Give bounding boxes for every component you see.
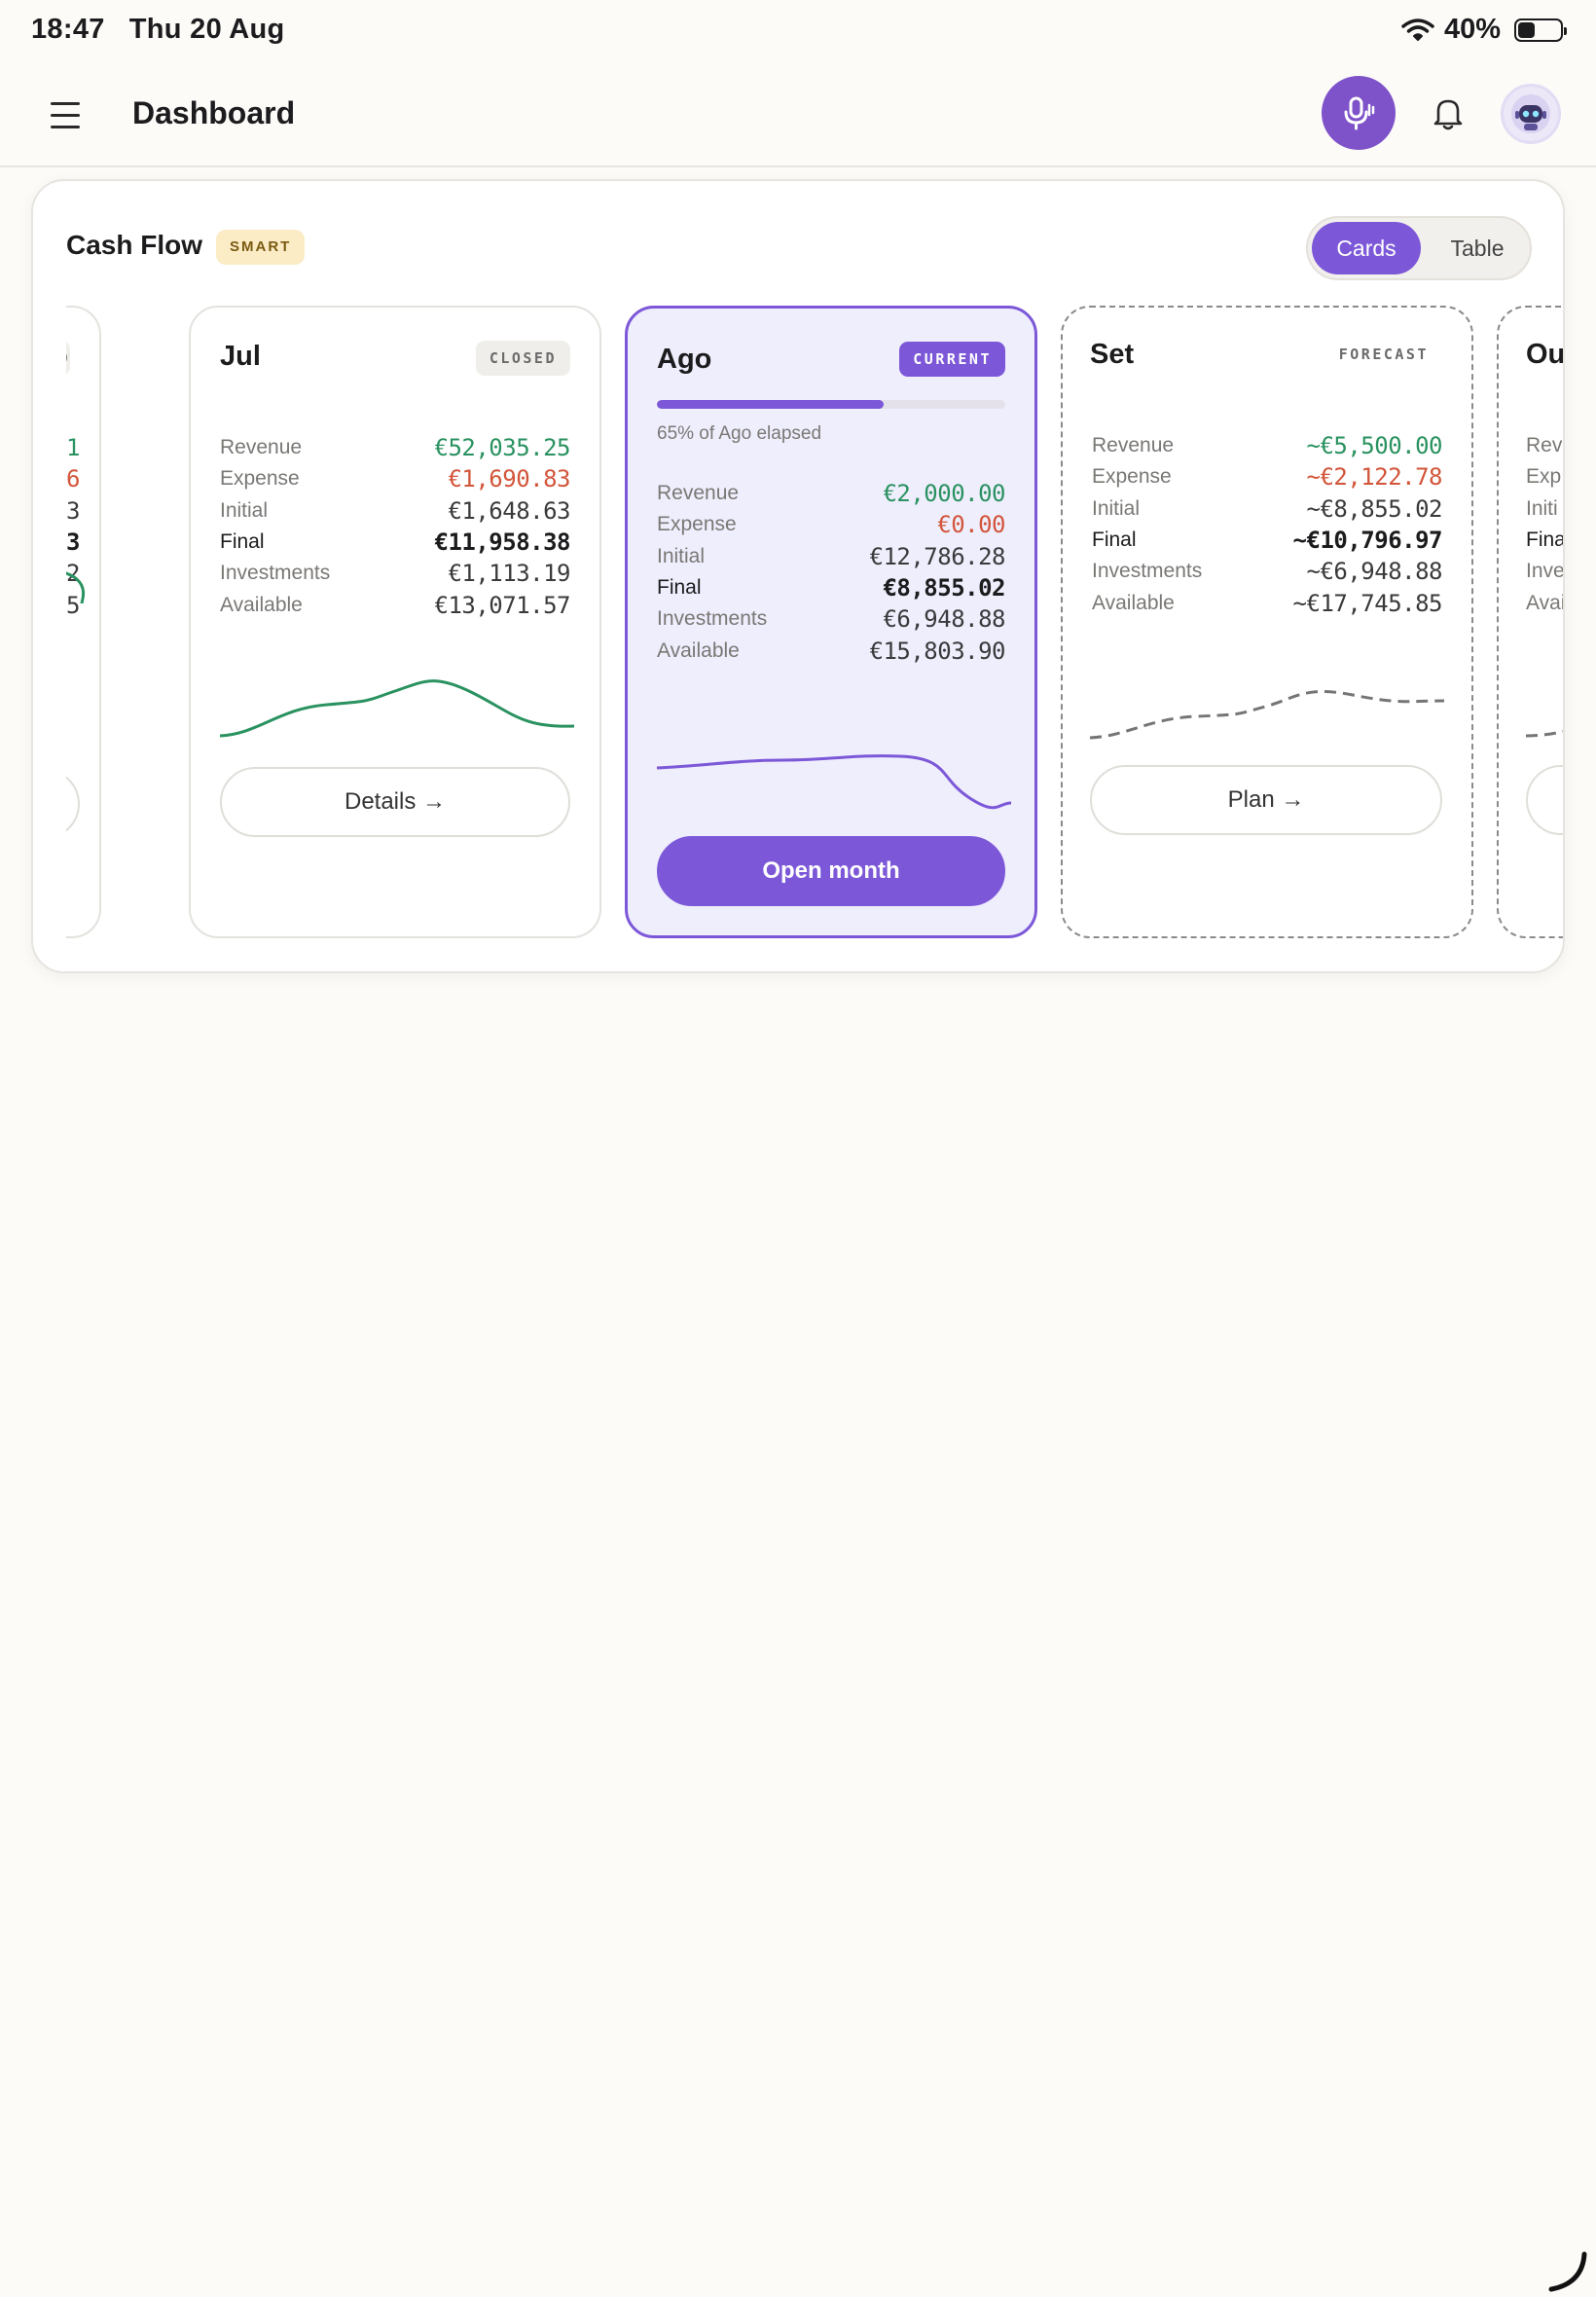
jul-sparkline	[219, 679, 575, 738]
jul-value-expense: €1,690.83	[448, 465, 570, 493]
ago-progress-text: 65% of Ago elapsed	[657, 423, 822, 444]
jul-value-final: €11,958.38	[434, 528, 571, 556]
set-label-expense: Expense	[1092, 465, 1172, 489]
user-avatar[interactable]	[1501, 84, 1561, 144]
set-value-final: ~€10,796.97	[1292, 526, 1443, 554]
ago-label-available: Available	[657, 638, 740, 662]
ago-label-revenue: Revenue	[657, 482, 740, 504]
notifications-bell-icon[interactable]	[1429, 93, 1468, 132]
status-indicators: 40%	[1401, 14, 1567, 46]
next-card-label: Avai	[1526, 584, 1565, 623]
previous-card-value-text: .66	[66, 465, 80, 493]
robot-avatar-icon	[1511, 94, 1550, 133]
battery-fill	[1518, 21, 1535, 38]
jul-card-name: Jul	[220, 341, 261, 372]
status-bar: 18:47 Thu 20 Aug 40%	[0, 0, 1596, 62]
set-value-expense: ~€2,122.78	[1306, 463, 1443, 492]
ago-value-revenue: €2,000.00	[883, 480, 1005, 507]
jul-details-button[interactable]: Details →	[220, 767, 570, 837]
month-card-previous[interactable]: ED .81.66.83.63.22.85	[66, 306, 101, 938]
battery-percent: 40%	[1443, 14, 1501, 45]
next-card-sparkline	[1525, 730, 1563, 738]
toggle-table[interactable]: Table	[1429, 222, 1526, 274]
jul-label-investments: Investments	[220, 562, 331, 585]
microphone-icon	[1344, 96, 1375, 130]
set-label-available: Available	[1092, 591, 1175, 614]
ago-label-expense: Expense	[657, 513, 737, 536]
app-header: Dashboard	[0, 62, 1596, 167]
next-card-name: Ou	[1526, 339, 1565, 370]
jul-value-initial: €1,648.63	[448, 496, 570, 525]
smart-badge: SMART	[216, 230, 306, 265]
previous-card-badge: ED	[66, 341, 70, 376]
battery-icon	[1514, 18, 1567, 42]
set-label-revenue: Revenue	[1092, 434, 1175, 456]
set-forecast-badge: FORECAST	[1338, 346, 1429, 363]
month-card-set[interactable]: Set FORECAST Revenue ~€5,500.00 Expense ~€2…	[1061, 306, 1473, 938]
ago-value-final: €8,855.02	[883, 573, 1005, 602]
next-card-label-text: Initi	[1526, 496, 1558, 520]
jul-value-revenue: €52,035.25	[434, 434, 571, 461]
hamburger-menu-icon[interactable]	[51, 95, 90, 134]
set-row-available: Available ~€17,745.85	[1092, 584, 1443, 623]
set-plan-button[interactable]: Plan →	[1090, 765, 1442, 835]
ago-open-month-button[interactable]: Open month	[657, 836, 1005, 906]
page-title: Dashboard	[132, 95, 296, 130]
ago-row-available: Available €15,803.90	[657, 632, 1005, 671]
ago-label-final: Final	[657, 575, 702, 599]
set-value-initial: ~€8,855.02	[1306, 494, 1443, 523]
ago-value-available: €15,803.90	[869, 637, 1006, 665]
ago-current-badge: CURRENT	[899, 342, 1005, 377]
ago-label-initial: Initial	[657, 544, 706, 567]
next-card-label-text: Avai	[1526, 591, 1565, 614]
toggle-cards[interactable]: Cards	[1312, 222, 1421, 274]
next-card-label-text: Exp	[1526, 465, 1562, 489]
ago-progress-bar	[657, 400, 1005, 409]
jul-label-available: Available	[220, 593, 303, 616]
previous-card-button[interactable]	[66, 769, 80, 839]
cash-flow-panel: Cash Flow SMART Cards Table ED .81 .66 .83…	[31, 179, 1565, 973]
ago-value-expense: €0.00	[937, 511, 1005, 539]
jul-value-investments: €1,113.19	[448, 560, 570, 588]
previous-card-value-text: .81	[66, 434, 80, 461]
view-toggle: Cards Table	[1306, 216, 1532, 280]
jul-closed-badge: CLOSED	[475, 341, 570, 376]
set-value-investments: ~€6,948.88	[1306, 558, 1443, 586]
ago-sparkline	[656, 754, 1012, 810]
next-card-label-text: Inve	[1526, 560, 1565, 583]
loading-spinner-icon	[1548, 2251, 1587, 2292]
ago-card-name: Ago	[657, 344, 712, 375]
month-card-next[interactable]: Ou Rev Exp Initi Fina Inve Avai	[1497, 306, 1565, 938]
jul-label-initial: Initial	[220, 498, 269, 522]
ago-value-initial: €12,786.28	[869, 542, 1006, 570]
jul-row-available: Available €13,071.57	[220, 586, 570, 625]
previous-card-value-text: .63	[66, 528, 80, 556]
set-label-investments: Investments	[1092, 560, 1203, 583]
jul-label-final: Final	[220, 529, 265, 553]
set-sparkline	[1089, 690, 1445, 740]
next-card-label-text: Fina	[1526, 528, 1565, 551]
jul-value-available: €13,071.57	[434, 591, 571, 619]
month-cards-carousel[interactable]: ED .81.66.83.63.22.85 Jul CLOSED Revenue…	[66, 306, 1565, 967]
next-card-label-text: Rev	[1526, 434, 1563, 456]
voice-assistant-button[interactable]	[1322, 76, 1396, 150]
month-card-jul[interactable]: Jul CLOSED Revenue €52,035.25 Expense €1,69…	[189, 306, 601, 938]
ago-value-investments: €6,948.88	[883, 605, 1005, 634]
jul-label-revenue: Revenue	[220, 436, 303, 458]
status-time: 18:47 Thu 20 Aug	[31, 14, 285, 45]
ago-label-investments: Investments	[657, 607, 768, 631]
set-value-revenue: ~€5,500.00	[1306, 432, 1443, 459]
set-label-initial: Initial	[1092, 496, 1141, 520]
wifi-icon	[1401, 18, 1434, 41]
set-card-name: Set	[1090, 339, 1135, 370]
next-card-button[interactable]	[1526, 765, 1563, 835]
set-value-available: ~€17,745.85	[1292, 589, 1443, 617]
ago-progress-fill	[657, 400, 884, 409]
previous-card-value-text: .83	[66, 496, 80, 525]
cash-flow-title: Cash Flow	[66, 230, 203, 260]
jul-label-expense: Expense	[220, 467, 300, 491]
set-label-final: Final	[1092, 528, 1137, 551]
month-card-ago[interactable]: Ago CURRENT 65% of Ago elapsed Revenue €2…	[625, 306, 1037, 938]
previous-card-sparkline	[66, 571, 86, 604]
